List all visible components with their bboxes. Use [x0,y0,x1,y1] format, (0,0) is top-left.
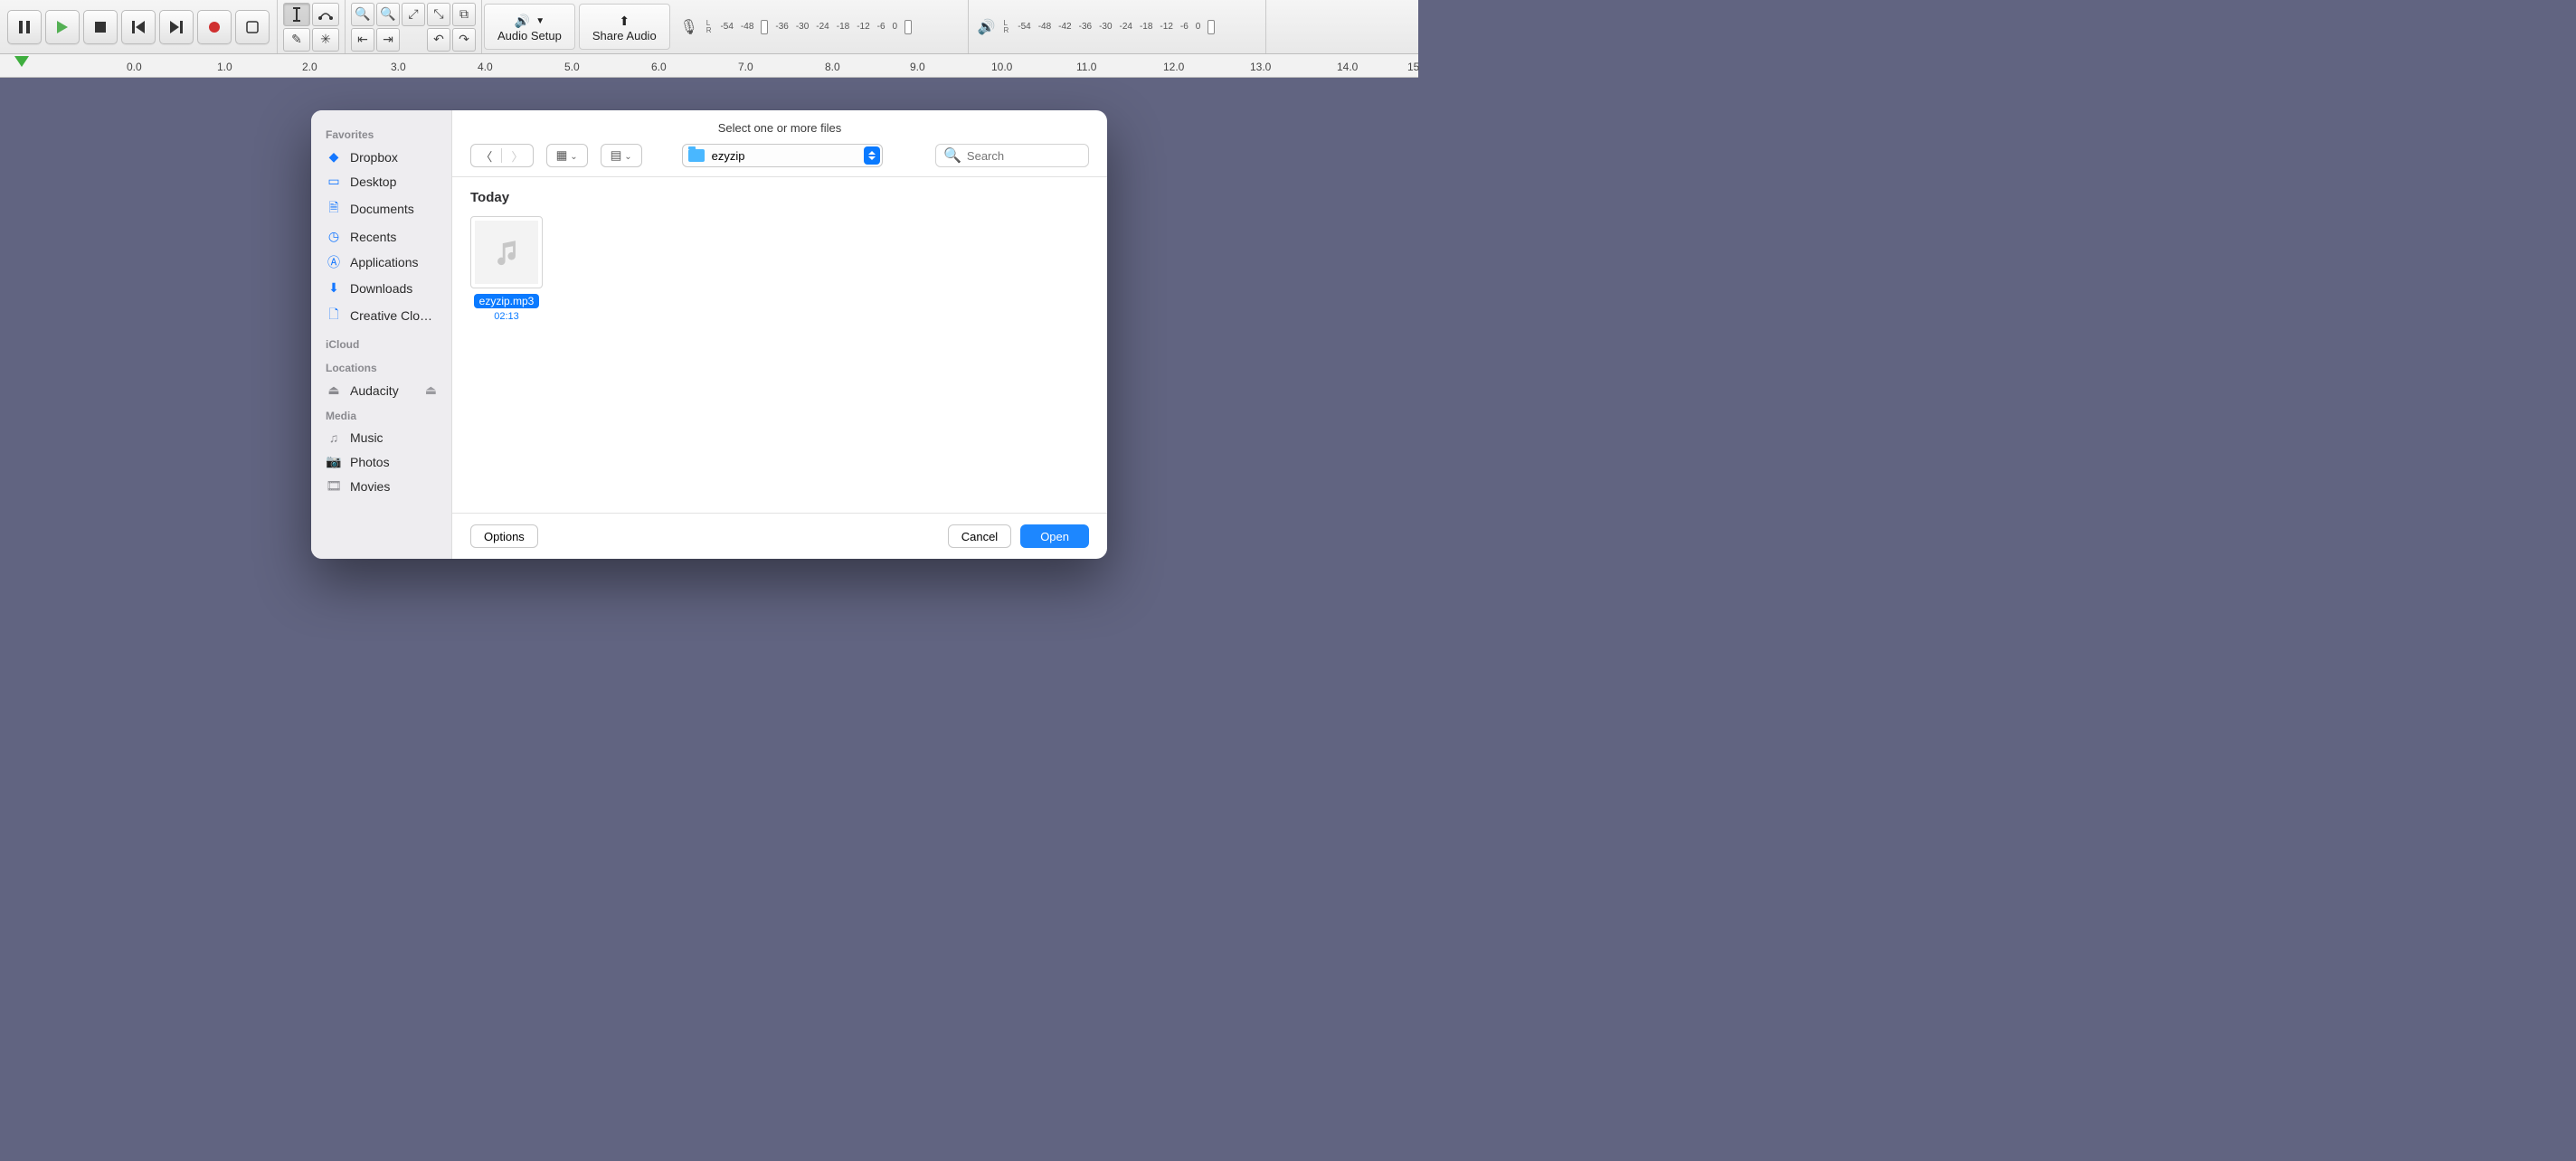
sidebar-item-creative-cloud[interactable]: 🗋Creative Clo… [311,300,451,331]
open-button[interactable]: Open [1020,524,1089,548]
music-icon: ♫ [326,430,342,445]
eject-icon[interactable]: ⏏ [425,382,437,398]
film-icon: 🎞 [326,478,342,494]
folder-icon [688,149,705,162]
dialog-main: Select one or more files 〈 〉 ▦⌄ ▤⌄ ezyzi… [452,110,1107,559]
sidebar-item-audacity-disk[interactable]: ⏏Audacity⏏ [311,378,451,402]
dialog-footer: Options Cancel Open [452,513,1107,559]
file-list[interactable]: Today ezyzip.mp3 02:13 [452,176,1107,513]
options-button[interactable]: Options [470,524,538,548]
locations-head: Locations [311,354,451,378]
media-head: Media [311,402,451,426]
sidebar-item-downloads[interactable]: ⬇Downloads [311,276,451,300]
dropbox-icon: ◆ [326,149,342,165]
dialog-toolbar: 〈 〉 ▦⌄ ▤⌄ ezyzip 🔍 [452,144,1107,176]
updown-icon [864,146,880,165]
nav-back-forward: 〈 〉 [470,144,534,167]
file-dialog-overlay: Favorites ◆Dropbox ▭Desktop 🗎Documents ◷… [0,0,1418,639]
sidebar-item-dropbox[interactable]: ◆Dropbox [311,145,451,169]
search-input[interactable] [967,149,1107,163]
file-duration: 02:13 [470,311,543,322]
apps-icon: Ⓐ [326,253,342,271]
path-dropdown[interactable]: ezyzip [682,144,883,167]
path-label: ezyzip [712,149,745,163]
sidebar-item-movies[interactable]: 🎞Movies [311,474,451,498]
disk-icon: ⏏ [326,382,342,398]
section-today: Today [470,190,1089,205]
forward-button[interactable]: 〉 [502,145,532,166]
search-field[interactable]: 🔍 [935,144,1089,167]
cancel-button[interactable]: Cancel [948,524,1011,548]
view-mode-grid[interactable]: ▤⌄ [601,144,642,167]
file-name: ezyzip.mp3 [474,294,540,308]
sidebar-item-recents[interactable]: ◷Recents [311,224,451,249]
file-ezyzip[interactable]: ezyzip.mp3 02:13 [470,216,543,322]
sidebar-item-music[interactable]: ♫Music [311,426,451,449]
downloads-icon: ⬇ [326,280,342,296]
clock-icon: ◷ [326,229,342,244]
sidebar-item-documents[interactable]: 🗎Documents [311,194,451,224]
icloud-head: iCloud [311,331,451,354]
camera-icon: 📷 [326,454,342,469]
dialog-title: Select one or more files [452,110,1107,144]
back-button[interactable]: 〈 [471,145,501,166]
favorites-head: Favorites [311,121,451,145]
sidebar-item-photos[interactable]: 📷Photos [311,449,451,474]
dialog-sidebar: Favorites ◆Dropbox ▭Desktop 🗎Documents ◷… [311,110,452,559]
search-icon: 🔍 [943,146,961,165]
sidebar-item-desktop[interactable]: ▭Desktop [311,169,451,194]
view-mode-icon[interactable]: ▦⌄ [546,144,588,167]
file-icon: 🗋 [326,305,342,326]
documents-icon: 🗎 [326,198,342,220]
desktop-icon: ▭ [326,174,342,189]
sidebar-item-applications[interactable]: ⒶApplications [311,249,451,276]
file-open-dialog: Favorites ◆Dropbox ▭Desktop 🗎Documents ◷… [311,110,1107,559]
audio-file-icon [470,216,543,288]
